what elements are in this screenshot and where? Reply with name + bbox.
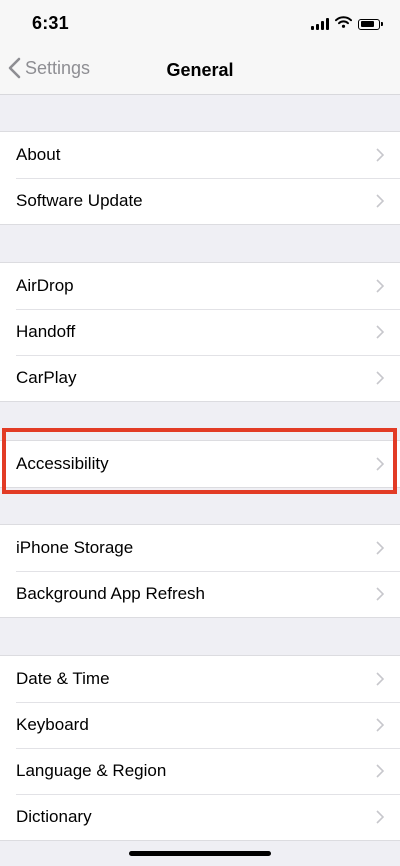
- settings-group-continuity: AirDrop Handoff CarPlay: [0, 262, 400, 402]
- row-label: Background App Refresh: [16, 584, 206, 603]
- row-date-time[interactable]: Date & Time: [0, 656, 400, 702]
- wifi-icon: [335, 15, 352, 33]
- chevron-right-icon: [376, 672, 385, 691]
- chevron-right-icon: [376, 325, 385, 344]
- navigation-bar: Settings General: [0, 48, 400, 95]
- chevron-right-icon: [376, 279, 385, 298]
- battery-icon: [358, 18, 383, 30]
- row-handoff[interactable]: Handoff: [0, 309, 400, 355]
- settings-group-storage: iPhone Storage Background App Refresh: [0, 524, 400, 618]
- row-label: Language & Region: [16, 761, 167, 780]
- settings-group-regional: Date & Time Keyboard Language & Region D…: [0, 655, 400, 841]
- chevron-right-icon: [376, 148, 385, 167]
- row-label: About: [16, 145, 61, 164]
- row-dictionary[interactable]: Dictionary: [0, 794, 400, 840]
- status-bar: 6:31: [0, 0, 400, 48]
- row-carplay[interactable]: CarPlay: [0, 355, 400, 401]
- status-time: 6:31: [32, 13, 69, 33]
- chevron-right-icon: [376, 541, 385, 560]
- back-button[interactable]: Settings: [8, 57, 90, 79]
- chevron-right-icon: [376, 587, 385, 606]
- row-label: AirDrop: [16, 276, 74, 295]
- row-airdrop[interactable]: AirDrop: [0, 263, 400, 309]
- row-label: Date & Time: [16, 669, 110, 688]
- back-button-label: Settings: [25, 57, 91, 78]
- accessibility-highlight-box: [2, 428, 397, 494]
- chevron-right-icon: [376, 371, 385, 390]
- chevron-right-icon: [376, 810, 385, 829]
- status-icons: [311, 15, 383, 33]
- chevron-right-icon: [376, 718, 385, 737]
- chevron-right-icon: [376, 764, 385, 783]
- home-indicator: [129, 851, 271, 856]
- battery-level-fill: [360, 21, 375, 27]
- row-label: iPhone Storage: [16, 538, 134, 557]
- row-label: Dictionary: [16, 807, 92, 826]
- row-label: Handoff: [16, 322, 76, 341]
- settings-group-about: About Software Update: [0, 131, 400, 225]
- row-keyboard[interactable]: Keyboard: [0, 702, 400, 748]
- row-software-update[interactable]: Software Update: [0, 178, 400, 224]
- row-iphone-storage[interactable]: iPhone Storage: [0, 525, 400, 571]
- row-about[interactable]: About: [0, 132, 400, 178]
- row-label: Keyboard: [16, 715, 89, 734]
- row-background-app-refresh[interactable]: Background App Refresh: [0, 571, 400, 617]
- row-label: CarPlay: [16, 368, 77, 387]
- row-label: Software Update: [16, 191, 143, 210]
- cellular-signal-icon: [311, 18, 329, 30]
- chevron-left-icon: [8, 57, 21, 79]
- row-language-region[interactable]: Language & Region: [0, 748, 400, 794]
- chevron-right-icon: [376, 194, 385, 213]
